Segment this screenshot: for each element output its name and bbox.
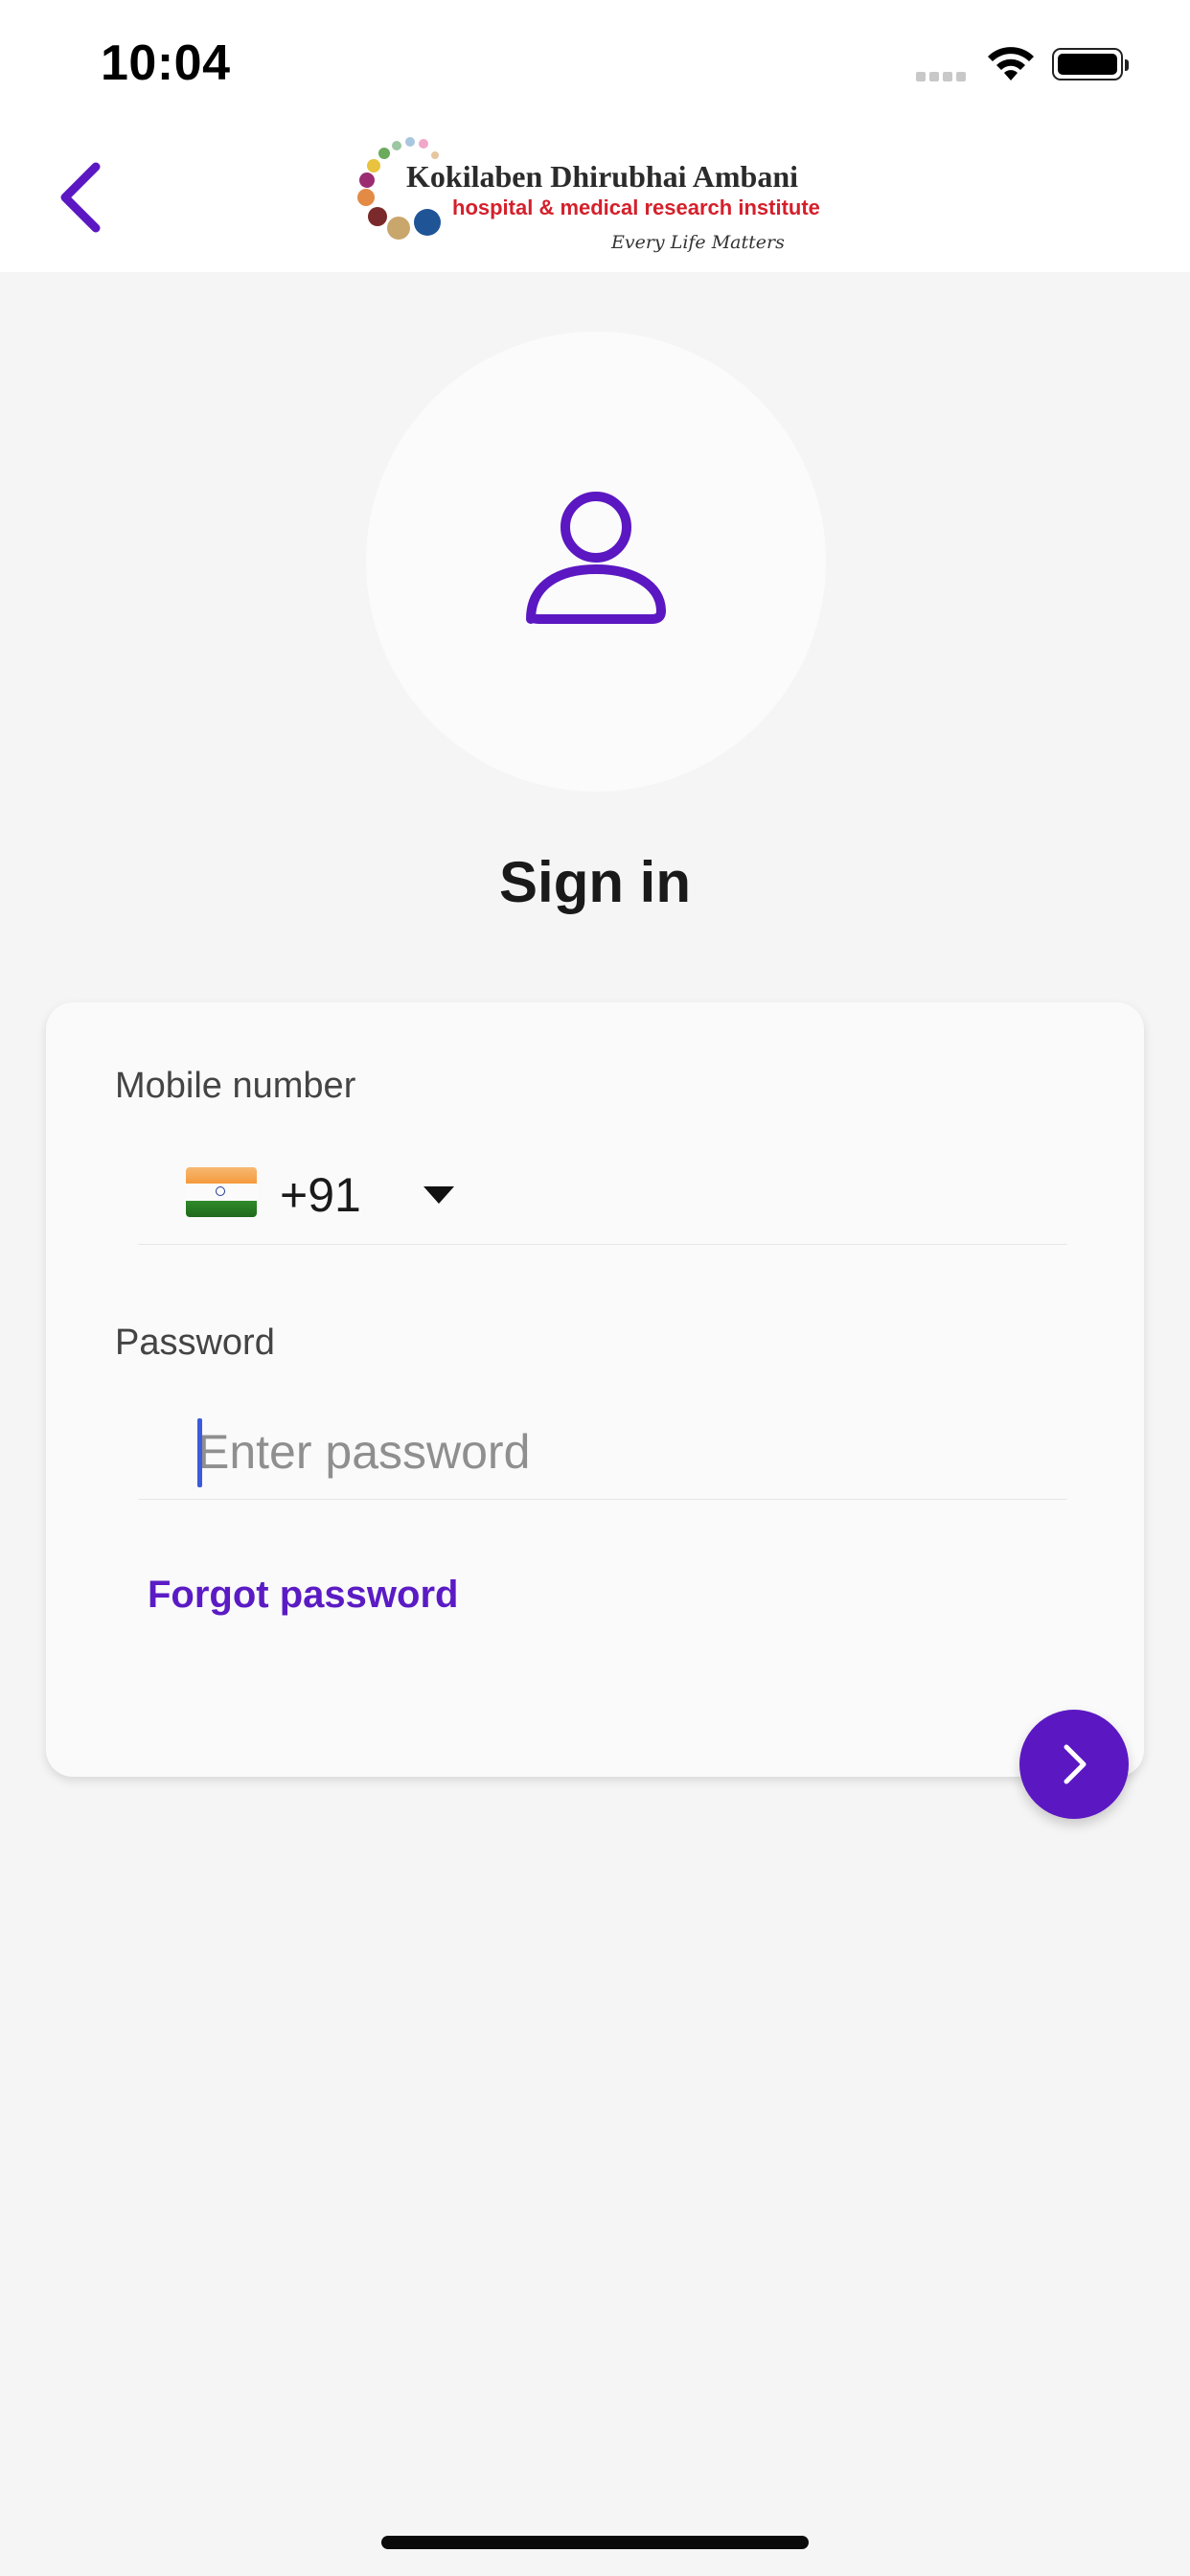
status-time: 10:04 xyxy=(101,35,231,91)
text-cursor xyxy=(197,1418,202,1487)
password-label: Password xyxy=(115,1322,275,1363)
wifi-icon xyxy=(988,47,1034,80)
caret-down-icon xyxy=(423,1186,454,1204)
sign-in-card: Mobile number +91 Password Forgot passwo… xyxy=(46,1002,1144,1777)
logo-subtitle: hospital & medical research institute xyxy=(452,196,820,219)
india-flag-icon xyxy=(186,1167,257,1217)
page-title: Sign in xyxy=(499,850,691,914)
logo-dots-icon xyxy=(357,137,441,240)
back-button[interactable] xyxy=(50,159,117,236)
chevron-left-icon xyxy=(60,162,101,233)
home-indicator xyxy=(381,2536,809,2549)
mobile-number-label: Mobile number xyxy=(115,1066,356,1106)
battery-icon xyxy=(1052,48,1129,80)
cellular-signal-icon xyxy=(916,69,970,86)
submit-button[interactable] xyxy=(1019,1710,1129,1819)
person-icon xyxy=(526,492,666,624)
chevron-right-icon xyxy=(1064,1744,1087,1784)
password-input[interactable] xyxy=(197,1414,1041,1489)
hospital-logo: Kokilaben Dhirubhai Ambani hospital & me… xyxy=(356,134,820,263)
status-bar: 10:04 xyxy=(0,0,1190,125)
country-code: +91 xyxy=(280,1168,361,1222)
avatar xyxy=(366,332,826,792)
logo-tagline: Every Life Matters xyxy=(611,232,785,253)
country-code-selector[interactable]: +91 xyxy=(138,1156,1067,1245)
password-field xyxy=(138,1414,1067,1500)
forgot-password-link[interactable]: Forgot password xyxy=(148,1574,458,1617)
logo-title: Kokilaben Dhirubhai Ambani xyxy=(406,159,799,194)
navigation-bar: Kokilaben Dhirubhai Ambani hospital & me… xyxy=(0,125,1190,272)
